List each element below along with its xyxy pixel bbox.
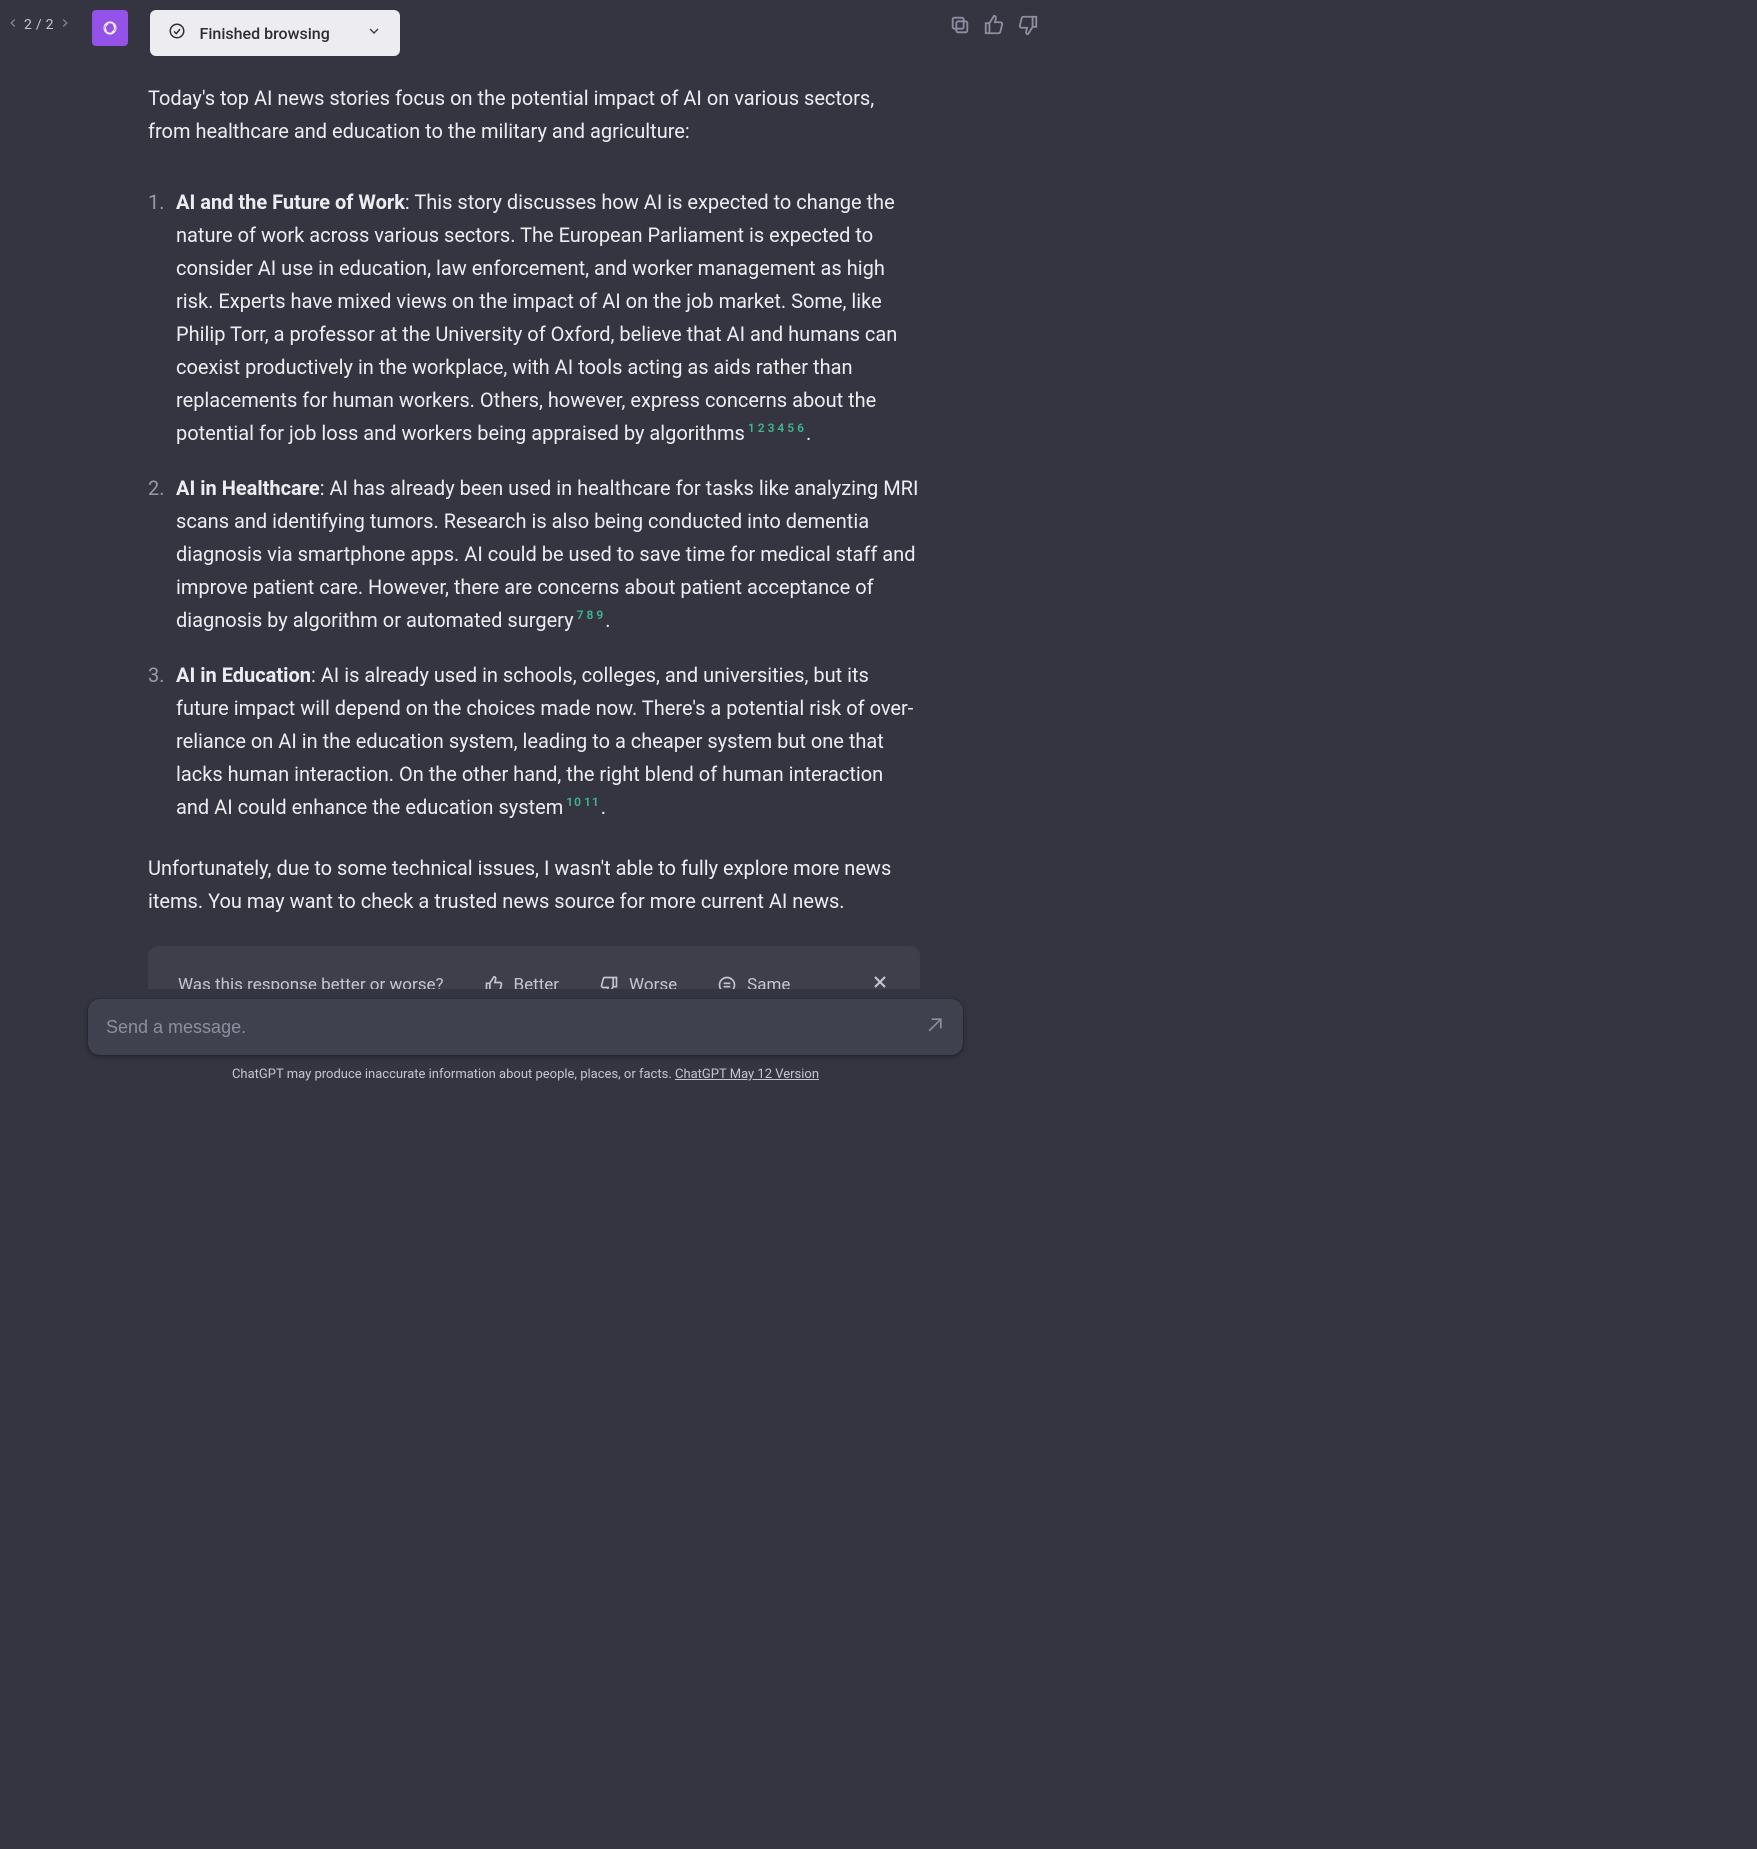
list-number: 3. <box>148 659 176 824</box>
pager-current: 2 <box>24 17 32 33</box>
citation-link[interactable]: 10 <box>566 795 582 809</box>
list-body: AI and the Future of Work: This story di… <box>176 186 920 450</box>
thumbs-down-button[interactable] <box>1017 14 1039 40</box>
list-title: AI and the Future of Work <box>176 190 405 214</box>
assistant-avatar <box>92 10 128 46</box>
message-input[interactable] <box>106 1017 925 1038</box>
footer-disclaimer: ChatGPT may produce inaccurate informati… <box>0 1055 1051 1092</box>
browsing-status-label: Finished browsing <box>200 24 352 43</box>
list-item: 2.AI in Healthcare: AI has already been … <box>148 472 920 637</box>
check-circle-icon <box>168 22 186 44</box>
citation-link[interactable]: 1 <box>748 421 756 435</box>
citation-link[interactable]: 7 <box>577 608 585 622</box>
citation-link[interactable]: 11 <box>584 795 600 809</box>
list-number: 2. <box>148 472 176 637</box>
thumbs-up-button[interactable] <box>983 14 1005 40</box>
pager-next[interactable] <box>58 16 72 34</box>
citation-link[interactable]: 5 <box>787 421 795 435</box>
list-item: 1.AI and the Future of Work: This story … <box>148 186 920 450</box>
news-list: 1.AI and the Future of Work: This story … <box>148 186 920 824</box>
citation-group: 789 <box>576 608 606 622</box>
citation-group: 123456 <box>747 421 806 435</box>
citation-group: 1011 <box>565 795 600 809</box>
citation-link[interactable]: 3 <box>768 421 776 435</box>
copy-button[interactable] <box>949 14 971 40</box>
citation-link[interactable]: 6 <box>797 421 805 435</box>
list-body: AI in Healthcare: AI has already been us… <box>176 472 920 637</box>
version-link[interactable]: ChatGPT May 12 Version <box>675 1067 819 1082</box>
send-button[interactable] <box>925 1015 945 1039</box>
message-composer <box>88 999 963 1055</box>
citation-link[interactable]: 8 <box>586 608 594 622</box>
outro-paragraph: Unfortunately, due to some technical iss… <box>148 852 920 918</box>
chevron-down-icon <box>366 23 382 43</box>
message-pager: 2 / 2 <box>6 10 72 34</box>
list-body: AI in Education: AI is already used in s… <box>176 659 920 824</box>
citation-link[interactable]: 2 <box>758 421 766 435</box>
list-item: 3.AI in Education: AI is already used in… <box>148 659 920 824</box>
pager-total: 2 <box>46 17 54 33</box>
citation-link[interactable]: 4 <box>777 421 785 435</box>
list-number: 1. <box>148 186 176 450</box>
list-title: AI in Education <box>176 663 311 687</box>
citation-link[interactable]: 9 <box>596 608 604 622</box>
list-title: AI in Healthcare <box>176 476 320 500</box>
pager-prev[interactable] <box>6 16 20 34</box>
browsing-status-dropdown[interactable]: Finished browsing <box>150 10 400 56</box>
intro-paragraph: Today's top AI news stories focus on the… <box>148 82 920 148</box>
